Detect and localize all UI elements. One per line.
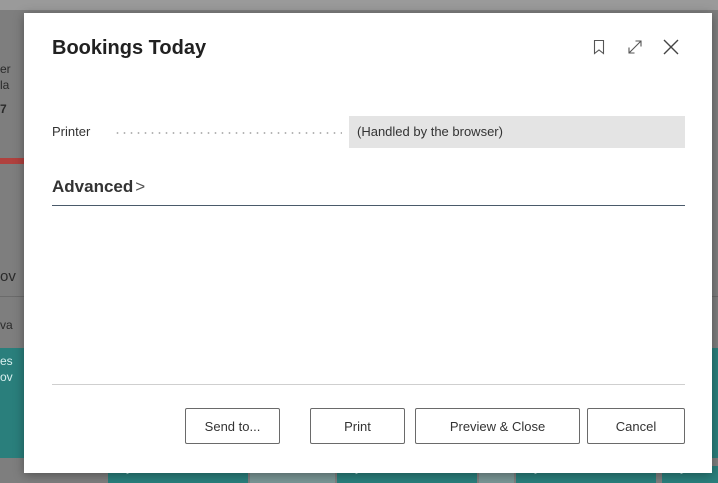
background-text: ov (0, 268, 16, 285)
background-top-bar (0, 0, 718, 10)
send-to-button[interactable]: Send to... (185, 408, 280, 444)
background-text: er (0, 62, 11, 76)
field-leader-dots (114, 132, 342, 134)
preview-close-button[interactable]: Preview & Close (415, 408, 580, 444)
print-dialog: Bookings Today Printer (Handled by the b… (24, 13, 712, 473)
expand-icon[interactable] (624, 35, 646, 59)
printer-field: Printer (Handled by the browser) (52, 116, 685, 148)
close-icon[interactable] (660, 35, 682, 59)
background-text: va (0, 318, 13, 332)
advanced-section-header[interactable]: Advanced > (52, 177, 685, 206)
print-button[interactable]: Print (310, 408, 405, 444)
printer-label: Printer (52, 124, 91, 139)
background-text: ov (0, 370, 13, 384)
cancel-button[interactable]: Cancel (587, 408, 685, 444)
dialog-title: Bookings Today (52, 37, 207, 59)
background-text: es (0, 354, 13, 368)
advanced-label: Advanced (52, 177, 134, 196)
printer-value[interactable]: (Handled by the browser) (349, 116, 685, 148)
background-text: la (0, 78, 10, 92)
bookmark-icon[interactable] (588, 35, 610, 59)
background-tile (712, 348, 718, 458)
background-red-bar (0, 158, 26, 164)
dialog-header-actions (588, 35, 682, 59)
footer-divider (52, 384, 685, 385)
background-text: 7 (0, 102, 7, 116)
chevron-right-icon: > (135, 177, 146, 196)
